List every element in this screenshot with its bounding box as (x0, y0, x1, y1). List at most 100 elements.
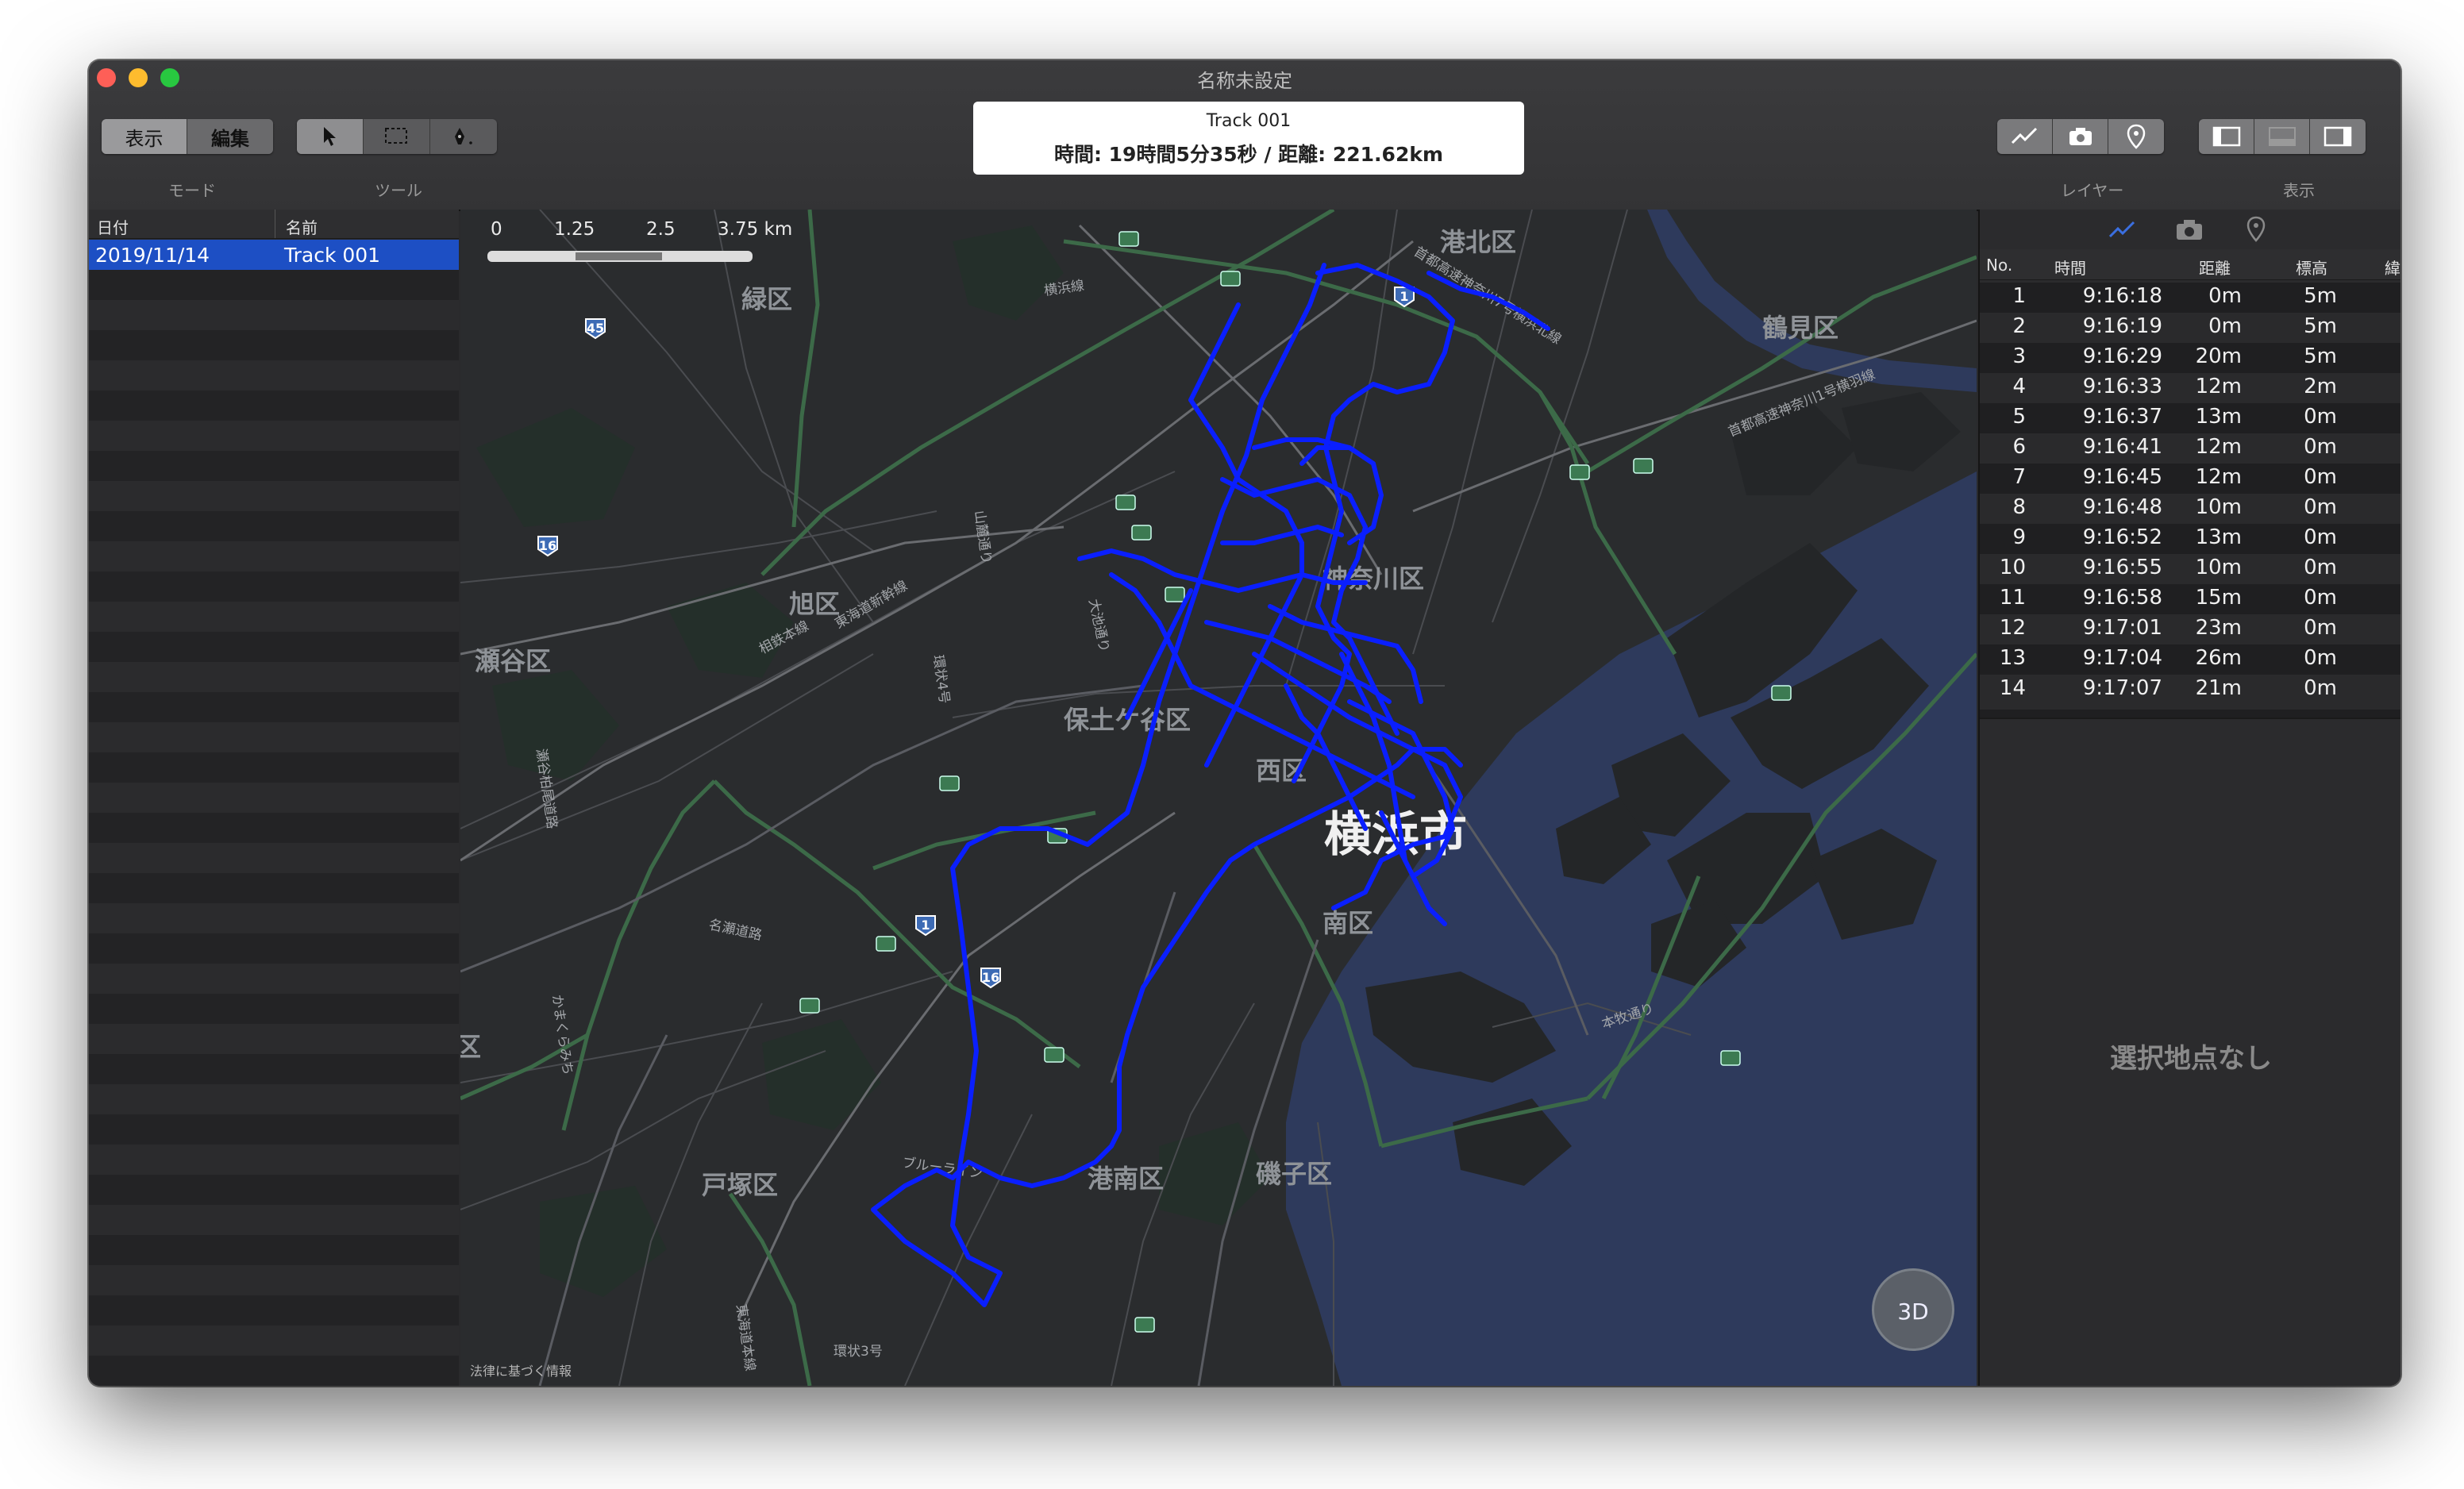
point-no-cell: 11 (1999, 586, 2026, 610)
point-no-cell: 3 (2012, 344, 2026, 368)
compass-label: 3D (1897, 1299, 1929, 1325)
layer-caption: レイヤー (2061, 181, 2124, 200)
point-time-cell: 9:16:33 (2082, 375, 2162, 398)
column-distance[interactable]: 距離 (2199, 256, 2231, 279)
point-row[interactable]: 2 9:16:19 0m 5m (1980, 313, 2400, 343)
point-row[interactable]: 6 9:16:41 12m 0m (1980, 433, 2400, 464)
point-time-cell: 9:16:58 (2082, 586, 2162, 610)
map-pin-icon[interactable] (2245, 216, 2267, 243)
mode-view-button[interactable]: 表示 (102, 119, 187, 154)
point-time-cell: 9:17:07 (2082, 676, 2162, 700)
line-graph-icon[interactable] (2107, 219, 2139, 241)
point-row[interactable]: 4 9:16:33 12m 2m (1980, 373, 2400, 403)
layer-photo-button[interactable] (2053, 119, 2108, 154)
mode-edit-button[interactable]: 編集 (187, 119, 273, 154)
empty-row (89, 270, 459, 300)
empty-row (89, 602, 459, 632)
sidebar-left-icon (2212, 126, 2240, 147)
mode-segmented-control[interactable]: 表示 編集 (102, 119, 273, 154)
line-graph-icon (2011, 127, 2037, 144)
track-date: 2019/11/14 (95, 244, 210, 267)
point-elev-cell: 0m (2304, 465, 2337, 489)
point-time-cell: 9:17:01 (2082, 616, 2162, 640)
layer-track-button[interactable] (1997, 119, 2053, 154)
road-label: 環状4号 (930, 654, 952, 705)
mode-caption: モード (168, 181, 216, 200)
point-dist-cell: 0m (2208, 314, 2242, 338)
empty-row (89, 632, 459, 662)
map-pin-icon (2127, 124, 2146, 149)
point-row[interactable]: 5 9:16:37 13m 0m (1980, 403, 2400, 433)
map-view[interactable]: 45 16 1 16 1 港北区 鶴見区 緑区 旭区 瀬谷区 保土ケ谷区 神奈川… (460, 210, 1977, 1386)
point-dist-cell: 12m (2195, 435, 2242, 459)
column-no[interactable]: No. (1986, 256, 2012, 275)
point-row[interactable]: 9 9:16:52 13m 0m (1980, 524, 2400, 554)
shield-label: 45 (587, 321, 604, 336)
empty-row (89, 1114, 459, 1145)
empty-row (89, 903, 459, 933)
empty-row (89, 662, 459, 692)
scale-label: 3.75 km (718, 219, 793, 240)
point-no-cell: 9 (2012, 525, 2026, 549)
track-row[interactable]: 2019/11/14 Track 001 (89, 240, 459, 270)
scale-label: 2.5 (646, 219, 676, 240)
point-row[interactable]: 11 9:16:58 15m 0m (1980, 584, 2400, 614)
column-elevation[interactable]: 標高 (2296, 256, 2327, 279)
view-bottom-panel-button[interactable] (2254, 119, 2310, 154)
points-table[interactable]: 1 9:16:18 0m 5m 2 9:16:19 0m 5m 3 9:16:29 20m 5m 4 9:… (1980, 283, 2400, 718)
point-row[interactable]: 10 9:16:55 10m 0m (1980, 554, 2400, 584)
point-elev-cell: 0m (2304, 586, 2337, 610)
point-detail-pane: 選択地点なし (1980, 718, 2400, 1386)
point-elev-cell: 0m (2304, 495, 2337, 519)
point-elev-cell: 5m (2304, 284, 2337, 308)
point-row-partial (1980, 705, 2400, 710)
empty-row (89, 1235, 459, 1265)
empty-row (89, 873, 459, 903)
track-segment[interactable] (1252, 437, 1352, 450)
view-right-panel-button[interactable] (2310, 119, 2366, 154)
column-name[interactable]: 名前 (286, 215, 318, 238)
empty-row (89, 933, 459, 964)
track-segment[interactable] (1220, 525, 1344, 545)
point-time-cell: 9:16:55 (2082, 556, 2162, 579)
app-window: 名称未設定 表示 編集 モード ツール Track 001 時間: 19時間5分… (89, 60, 2400, 1386)
empty-row (89, 1145, 459, 1175)
point-no-cell: 2 (2012, 314, 2026, 338)
select-rect-tool-button[interactable] (364, 119, 430, 154)
pen-tool-button[interactable] (430, 119, 497, 154)
layer-segmented-control[interactable] (1997, 119, 2164, 154)
track-segment[interactable] (1268, 604, 1423, 704)
3d-compass-button[interactable]: 3D (1872, 1268, 1954, 1351)
view-left-panel-button[interactable] (2199, 119, 2254, 154)
place-label: 瀬谷区 (475, 646, 551, 676)
camera-icon[interactable] (2173, 217, 2205, 241)
empty-row (89, 421, 459, 451)
empty-row (89, 330, 459, 360)
view-segmented-control[interactable] (2199, 119, 2366, 154)
column-latitude[interactable]: 緯 (2385, 256, 2400, 279)
point-row[interactable]: 8 9:16:48 10m 0m (1980, 494, 2400, 524)
point-elev-cell: 0m (2304, 525, 2337, 549)
point-row[interactable]: 13 9:17:04 26m 0m (1980, 644, 2400, 675)
point-row[interactable]: 14 9:17:07 21m 0m (1980, 675, 2400, 705)
points-panel: No. 時間 距離 標高 緯 1 9:16:18 0m 5m 2 9:16:19 0m 5m 3… (1978, 210, 2400, 1386)
place-label: 港北区 (1440, 227, 1516, 257)
legal-attribution[interactable]: 法律に基づく情報 (470, 1360, 572, 1379)
empty-row (89, 451, 459, 481)
point-row[interactable]: 1 9:16:18 0m 5m (1980, 283, 2400, 313)
point-row[interactable]: 3 9:16:29 20m 5m (1980, 343, 2400, 373)
road-label: 環状3号 (834, 1344, 883, 1360)
pointer-tool-button[interactable] (297, 119, 364, 154)
point-elev-cell: 0m (2304, 435, 2337, 459)
layer-marker-button[interactable] (2108, 119, 2164, 154)
point-row[interactable]: 12 9:17:01 23m 0m (1980, 614, 2400, 644)
empty-row (89, 1024, 459, 1054)
point-row[interactable]: 7 9:16:45 12m 0m (1980, 464, 2400, 494)
point-dist-cell: 21m (2195, 676, 2242, 700)
tool-segmented-control[interactable] (297, 119, 497, 154)
column-date[interactable]: 日付 (97, 215, 129, 238)
camera-icon (2069, 128, 2092, 145)
track-segment[interactable] (1252, 652, 1463, 768)
column-time[interactable]: 時間 (2054, 256, 2086, 279)
map-canvas[interactable]: 45 16 1 16 1 港北区 鶴見区 緑区 旭区 瀬谷区 保土ケ谷区 神奈川… (460, 210, 1977, 1386)
